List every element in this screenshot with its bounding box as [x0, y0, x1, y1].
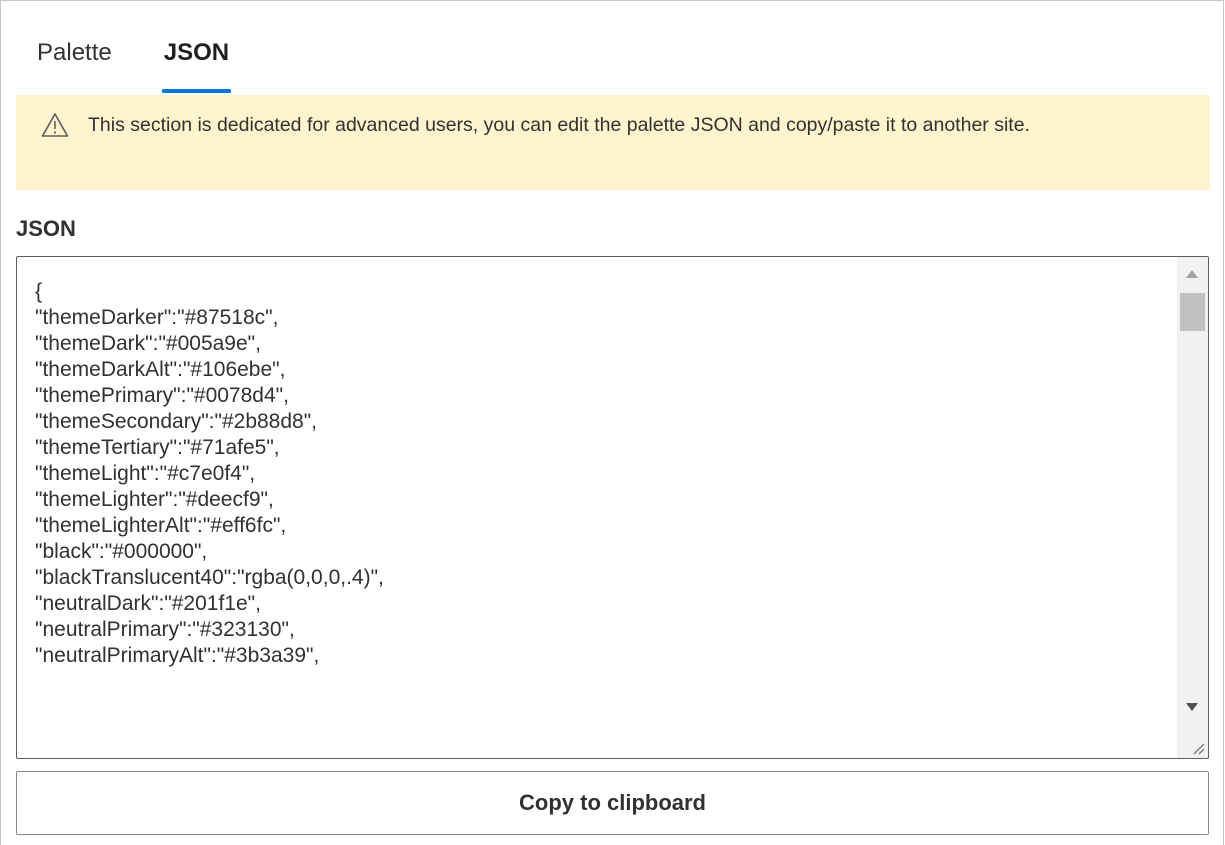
copy-to-clipboard-label: Copy to clipboard	[519, 790, 706, 815]
scroll-up-arrow-icon[interactable]	[1186, 270, 1198, 278]
tab-json-label: JSON	[163, 39, 230, 66]
warning-triangle-icon	[41, 112, 69, 138]
resize-grip-icon	[1193, 743, 1205, 755]
tab-palette[interactable]: Palette	[37, 31, 112, 95]
json-textarea-content[interactable]: { "themeDarker":"#87518c", "themeDark":"…	[35, 279, 1155, 669]
tab-list: Palette JSON	[37, 31, 232, 95]
warning-message-bar: This section is dedicated for advanced u…	[16, 95, 1210, 190]
tab-json[interactable]: JSON	[161, 31, 232, 95]
copy-to-clipboard-button[interactable]: Copy to clipboard	[16, 771, 1209, 835]
resize-handle[interactable]	[1177, 728, 1208, 758]
tab-palette-label: Palette	[37, 39, 112, 66]
palette-editor-panel: Palette JSON This section is dedicated f…	[0, 0, 1224, 845]
json-textarea-scrollbar[interactable]	[1177, 257, 1208, 730]
scrollbar-thumb[interactable]	[1180, 293, 1205, 331]
json-field-label: JSON	[16, 216, 76, 241]
json-textarea[interactable]: { "themeDarker":"#87518c", "themeDark":"…	[16, 256, 1209, 759]
active-tab-indicator	[161, 89, 232, 93]
warning-text: This section is dedicated for advanced u…	[88, 114, 1030, 136]
scroll-down-arrow-icon[interactable]	[1186, 703, 1198, 711]
